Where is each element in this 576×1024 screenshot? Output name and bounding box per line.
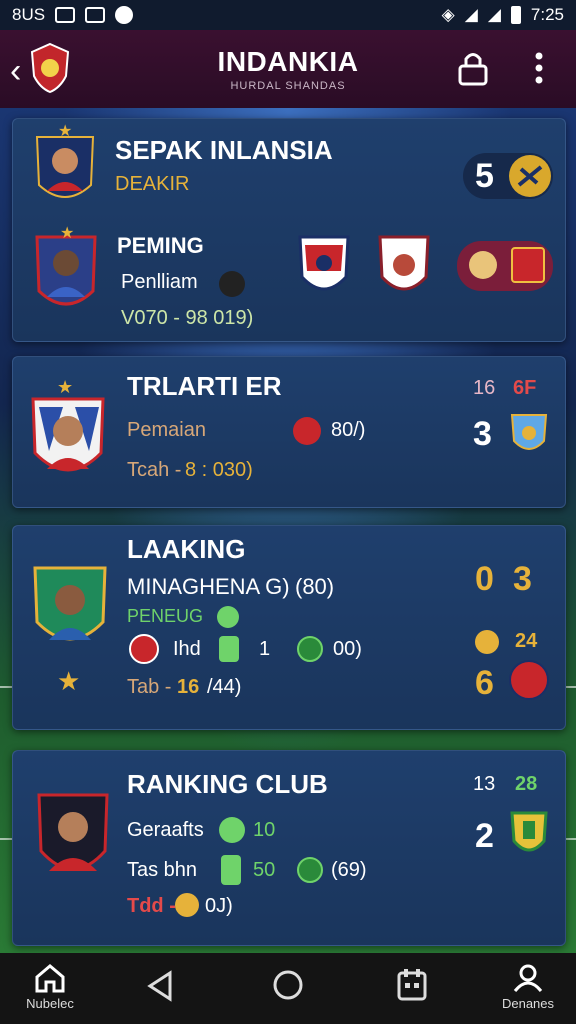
player-avatar-2 bbox=[35, 235, 97, 306]
line-label: Geraafts bbox=[127, 819, 204, 841]
stat-b: 6F bbox=[513, 377, 537, 399]
match-card-2[interactable]: ★ TRLARTI ER Pemaian 80/) Tcah - 8 : 030… bbox=[12, 356, 566, 508]
stat-value: 24 bbox=[515, 630, 538, 652]
battery-icon bbox=[510, 6, 521, 24]
line-label: PENEUG bbox=[127, 606, 204, 626]
line-label: Tab - bbox=[127, 676, 172, 698]
player-avatar bbox=[35, 136, 95, 198]
line-extra: 00) bbox=[333, 638, 362, 660]
notification-icon bbox=[115, 6, 134, 24]
star-icon: ★ bbox=[58, 123, 73, 140]
player-avatar bbox=[31, 397, 105, 472]
ball-icon bbox=[475, 630, 499, 654]
ball-icon bbox=[297, 636, 323, 662]
line-label: Tdd - bbox=[127, 895, 176, 917]
kit-icon bbox=[221, 855, 241, 885]
stat-b: 28 bbox=[515, 773, 538, 795]
nav-profile-label: Denanes bbox=[501, 996, 555, 1011]
ball-icon bbox=[219, 817, 245, 843]
line-value: (80) bbox=[295, 574, 335, 599]
line-value: 8 : 030) bbox=[185, 459, 253, 481]
clock: 7:25 bbox=[530, 5, 564, 24]
club-badge-icon bbox=[293, 417, 321, 445]
account-lock-icon[interactable] bbox=[456, 48, 490, 88]
club-badge-icon bbox=[510, 811, 548, 852]
signal-icon: ◢ bbox=[464, 5, 478, 24]
card-subtitle: DEAKIR bbox=[115, 173, 190, 195]
line-label: Tas bhn bbox=[127, 859, 198, 881]
carrier-label: 8US bbox=[12, 5, 46, 24]
line-label: Pemaian bbox=[127, 419, 206, 441]
back-triangle-icon[interactable] bbox=[144, 969, 176, 1003]
player-avatar bbox=[33, 566, 107, 641]
player-avatar bbox=[37, 793, 109, 871]
row-title: PEMING bbox=[117, 233, 204, 258]
sim-icon bbox=[55, 7, 76, 23]
card-title: LAAKING bbox=[127, 534, 246, 564]
club-badge-icon bbox=[469, 251, 497, 279]
score-value: 6 bbox=[475, 664, 494, 702]
score-value: 3 bbox=[513, 560, 532, 598]
star-icon: ★ bbox=[60, 225, 75, 242]
signal-icon-2: ◢ bbox=[487, 5, 501, 24]
star-icon: ★ bbox=[57, 377, 74, 397]
match-card-1[interactable]: ★ SEPAK INLANSIA DEAKIR 5 ★ PEMING Penll… bbox=[12, 118, 566, 342]
app-header: ‹ INDANKIA HURDAL SHANDAS bbox=[0, 30, 576, 108]
ball-icon bbox=[217, 606, 239, 628]
line-value: 50 bbox=[253, 859, 276, 881]
line-value: 1 bbox=[259, 638, 271, 660]
stat-a: 16 bbox=[473, 377, 496, 399]
match-card-3[interactable]: ★ LAAKING MINAGHENA G) (80) PENEUG Ihd 1… bbox=[12, 525, 566, 730]
card-title: RANKING CLUB bbox=[127, 769, 328, 799]
status-bar: 8US ◈ ◢ ◢ 7:25 bbox=[0, 0, 576, 30]
profile-icon bbox=[513, 964, 543, 992]
storage-icon bbox=[85, 7, 106, 23]
club-badge-icon bbox=[509, 660, 549, 700]
score-value: 0 bbox=[475, 560, 494, 598]
nav-profile[interactable]: Denanes bbox=[490, 963, 566, 1011]
line-value: 16 bbox=[177, 676, 200, 698]
row-label: Penlliam bbox=[121, 271, 198, 293]
ball-icon bbox=[297, 857, 323, 883]
row-stat: V070 - 98 019) bbox=[121, 307, 254, 329]
stat-a: 13 bbox=[473, 773, 496, 795]
star-icon: ★ bbox=[57, 666, 81, 696]
card-title: TRLARTI ER bbox=[127, 371, 282, 401]
home-club-crest-icon bbox=[298, 235, 350, 291]
score-value: 5 bbox=[475, 157, 494, 195]
club-badge-icon bbox=[511, 247, 545, 283]
line-extra: (69) bbox=[331, 859, 367, 881]
line-value: 10 bbox=[253, 819, 276, 841]
club-badge-icon bbox=[510, 414, 548, 450]
score-value: 3 bbox=[473, 415, 492, 453]
kit-icon bbox=[219, 636, 239, 662]
score-value: 2 bbox=[475, 817, 494, 855]
nav-home-label: Nubelec bbox=[26, 996, 74, 1011]
match-card-4[interactable]: RANKING CLUB Geraafts 10 Tas bhn 50 (69)… bbox=[12, 750, 566, 946]
line-extra: 0J) bbox=[205, 895, 233, 917]
line-extra: /44) bbox=[207, 676, 242, 698]
line-label: MINAGHENA G) bbox=[127, 574, 290, 599]
wifi-icon: ◈ bbox=[441, 5, 455, 24]
home-icon bbox=[35, 964, 65, 993]
bottom-navigation-bar: Nubelec Denanes bbox=[0, 953, 576, 1024]
more-vert-icon[interactable] bbox=[532, 48, 546, 88]
club-badge-icon bbox=[509, 155, 551, 197]
calendar-icon[interactable] bbox=[396, 967, 428, 1003]
line-label: Ihd bbox=[173, 638, 201, 660]
ball-icon bbox=[219, 271, 245, 297]
ball-icon bbox=[175, 893, 199, 917]
line-label: Tcah - bbox=[127, 459, 182, 481]
home-circle-icon[interactable] bbox=[272, 969, 304, 1001]
nav-home[interactable]: Nubelec bbox=[20, 963, 80, 1011]
card-title: SEPAK INLANSIA bbox=[115, 135, 333, 165]
club-badge-icon bbox=[129, 634, 159, 664]
line-value: 80/) bbox=[331, 419, 366, 441]
away-club-crest-icon bbox=[378, 235, 430, 291]
